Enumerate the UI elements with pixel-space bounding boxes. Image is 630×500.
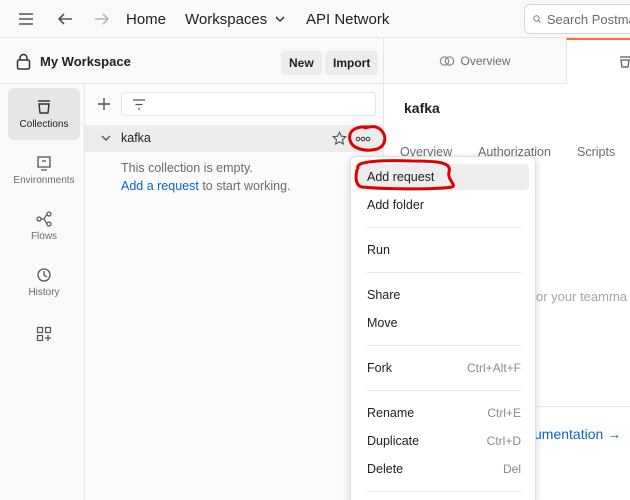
sidebar-item-label: Environments (13, 174, 75, 186)
top-bar: Home Workspaces API Network Search Postm… (0, 0, 630, 38)
menu-divider (367, 345, 521, 346)
more-options-icon[interactable] (355, 136, 371, 142)
forward-arrow-icon[interactable] (93, 0, 111, 38)
menu-item-run[interactable]: Run (355, 237, 529, 263)
empty-collection-suffix: to start working. (198, 179, 291, 193)
collection-row-kafka[interactable]: kafka (85, 125, 384, 152)
flows-icon (36, 210, 52, 227)
menu-divider (367, 272, 521, 273)
sidebar-item-history[interactable]: History (8, 256, 80, 308)
tab-overview[interactable]: Overview (384, 38, 566, 84)
menu-item-add-folder[interactable]: Add folder (355, 192, 529, 218)
overview-icon (440, 56, 455, 66)
menu-item-duplicate[interactable]: Duplicate Ctrl+D (355, 428, 529, 454)
sidebar-item-environments[interactable]: Environments (8, 144, 80, 196)
collections-icon (38, 99, 50, 114)
collection-context-menu: Add request Add folder Run Share Move Fo… (350, 156, 536, 500)
add-widgets-icon (36, 326, 52, 342)
plus-icon[interactable] (97, 97, 111, 111)
menu-divider (367, 390, 521, 391)
home-link[interactable]: Home (126, 0, 166, 38)
add-request-link[interactable]: Add a request (121, 179, 199, 193)
new-button[interactable]: New (281, 51, 322, 75)
menu-item-label: Move (367, 316, 398, 330)
collections-panel: kafka This collection is empty. Add a re… (85, 84, 384, 500)
chevron-down-icon[interactable] (101, 135, 111, 142)
menu-item-delete[interactable]: Delete Del (355, 456, 529, 482)
sidebar-item-label: Flows (30, 230, 58, 242)
sidebar-item-flows[interactable]: Flows (8, 200, 80, 252)
environments-icon (37, 155, 51, 171)
collection-tab-icon (620, 56, 630, 68)
sidebar-item-configure[interactable] (8, 316, 80, 352)
api-network-link[interactable]: API Network (306, 0, 389, 38)
menu-divider (367, 491, 521, 492)
menu-item-share[interactable]: Share (355, 282, 529, 308)
filter-icon (133, 99, 145, 110)
tab-scripts[interactable]: Scripts (577, 145, 615, 159)
menu-item-rename[interactable]: Rename Ctrl+E (355, 400, 529, 426)
menu-item-label: Add request (367, 170, 435, 184)
page-title: kafka (404, 100, 440, 116)
back-arrow-icon[interactable] (56, 0, 74, 38)
empty-collection-hint: Add a request to start working. (121, 179, 291, 193)
menu-item-shortcut: Ctrl+D (486, 434, 521, 448)
workspaces-label: Workspaces (185, 10, 268, 28)
sidebar-rail: Collections Environments Flows History (0, 84, 85, 500)
tab-collection-kafka[interactable] (566, 38, 630, 84)
filter-input[interactable] (121, 92, 376, 116)
documentation-link[interactable]: umentation → (534, 426, 621, 442)
teammates-text: or your teamma (536, 289, 628, 304)
workspaces-dropdown[interactable]: Workspaces (185, 0, 285, 38)
menu-item-fork[interactable]: Fork Ctrl+Alt+F (355, 355, 529, 381)
chevron-down-icon (275, 15, 285, 22)
lock-icon (16, 53, 31, 70)
tab-strip: Overview (384, 38, 630, 84)
sidebar-item-label: Collections (19, 118, 69, 130)
menu-item-label: Share (367, 288, 401, 302)
star-icon[interactable] (332, 131, 347, 146)
menu-item-shortcut: Ctrl+E (487, 406, 521, 420)
menu-item-shortcut: Del (502, 462, 521, 476)
menu-item-label: Run (367, 243, 390, 257)
menu-icon[interactable] (18, 0, 34, 38)
import-button[interactable]: Import (325, 51, 379, 75)
menu-item-add-request[interactable]: Add request (355, 164, 529, 190)
menu-item-label: Add folder (367, 198, 424, 212)
menu-item-label: Fork (367, 361, 392, 375)
menu-item-move[interactable]: Move (355, 310, 529, 336)
search-placeholder: Search Postman (546, 11, 630, 27)
menu-item-label: Duplicate (367, 434, 420, 448)
tab-overview-label: Overview (460, 54, 511, 68)
collection-name: kafka (121, 131, 151, 145)
sidebar-item-collections[interactable]: Collections (8, 88, 80, 140)
workspace-header: My Workspace New Import (0, 38, 384, 84)
workspace-title: My Workspace (40, 53, 131, 69)
menu-item-shortcut: Ctrl+Alt+F (466, 361, 521, 375)
menu-item-label: Delete (367, 462, 404, 476)
sidebar-item-label: History (28, 286, 60, 298)
history-icon (37, 267, 51, 282)
menu-item-label: Rename (367, 406, 415, 420)
menu-divider (367, 227, 521, 228)
empty-collection-text: This collection is empty. (121, 161, 253, 175)
search-icon (533, 15, 541, 23)
search-input[interactable]: Search Postman (524, 4, 630, 34)
